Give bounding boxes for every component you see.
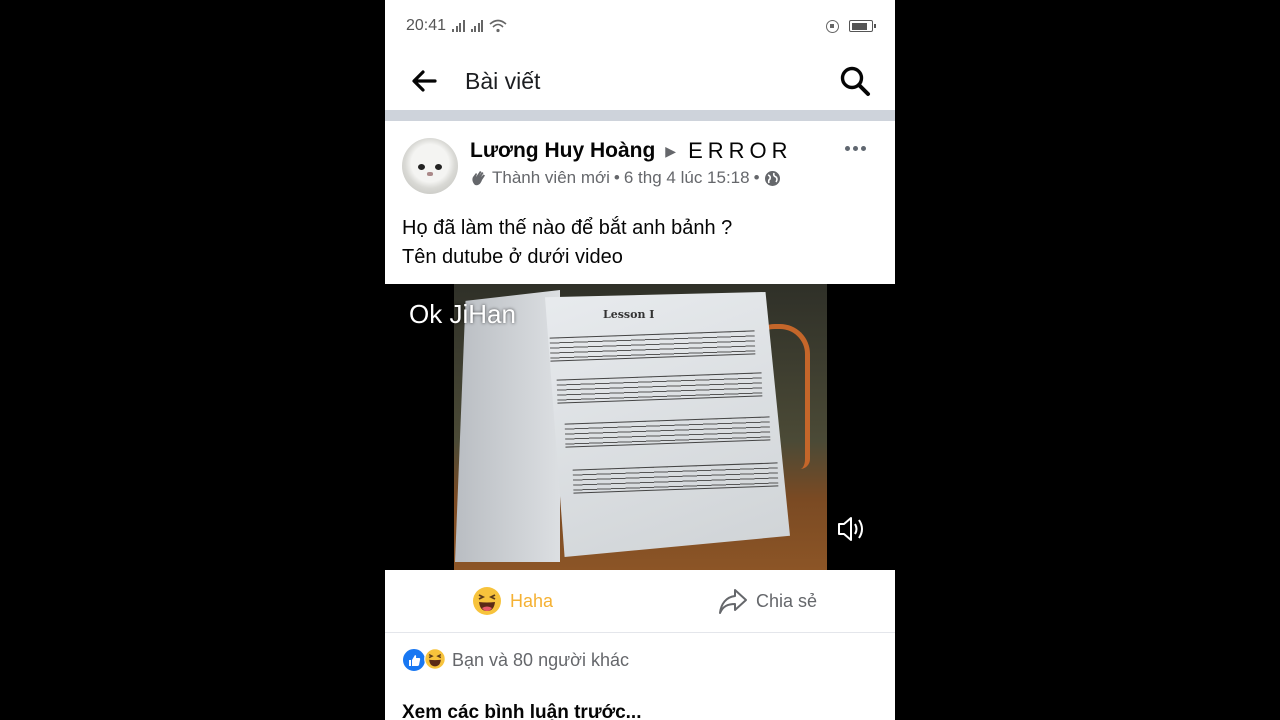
video-player[interactable]: Lesson I Ok JiHan xyxy=(385,284,895,570)
video-overlay-text: Ok JiHan xyxy=(409,299,516,329)
post-actions: Haha Chia sẻ xyxy=(385,570,895,633)
phone-screen: 20:41 Bài viết Lương Huy Hoàng ▶ ERROR T… xyxy=(385,0,895,720)
haha-reaction-button[interactable]: Haha xyxy=(385,570,640,632)
avatar[interactable] xyxy=(402,138,458,194)
haha-emoji-icon xyxy=(472,587,501,615)
back-button[interactable] xyxy=(411,67,439,95)
post-text: Họ đã làm thế nào để bắt anh bảnh ? Tên … xyxy=(402,217,733,268)
author-name[interactable]: Lương Huy Hoàng xyxy=(470,139,655,163)
battery-icon xyxy=(849,20,876,32)
page-title: Bài viết xyxy=(465,67,541,94)
post-author-line: Lương Huy Hoàng ▶ ERROR xyxy=(470,138,793,164)
status-bar: 20:41 xyxy=(385,0,895,52)
arrow-left-icon xyxy=(412,70,437,92)
view-previous-comments-link[interactable]: Xem các bình luận trước... xyxy=(402,702,642,720)
search-icon xyxy=(840,66,870,96)
haha-emoji-icon xyxy=(424,648,446,670)
post-timestamp[interactable]: 6 thg 4 lúc 15:18 xyxy=(624,168,750,188)
group-name[interactable]: ERROR xyxy=(688,138,792,164)
reactions-count-text: Bạn và 80 người khác xyxy=(452,649,629,670)
reactions-summary[interactable]: Bạn và 80 người khác xyxy=(402,648,629,672)
share-label: Chia sẻ xyxy=(755,590,818,611)
signal-icon xyxy=(452,20,465,32)
post-header: Lương Huy Hoàng ▶ ERROR Thành viên mới •… xyxy=(385,121,895,201)
more-options-button[interactable] xyxy=(845,146,866,151)
wifi-icon xyxy=(489,19,507,33)
post-meta: Thành viên mới • 6 thg 4 lúc 15:18 • xyxy=(470,168,781,188)
caret-right-icon: ▶ xyxy=(665,142,677,159)
wave-hand-icon xyxy=(472,171,485,186)
member-badge: Thành viên mới xyxy=(492,168,610,187)
like-icon xyxy=(402,648,426,672)
section-divider xyxy=(385,110,895,121)
signal-icon xyxy=(470,20,484,32)
search-button[interactable] xyxy=(839,65,871,97)
app-bar: Bài viết xyxy=(385,52,895,110)
globe-icon xyxy=(764,170,780,186)
sheet-title: Lesson I xyxy=(603,308,655,321)
share-button[interactable]: Chia sẻ xyxy=(640,570,895,632)
haha-label: Haha xyxy=(509,590,554,611)
volume-icon xyxy=(838,517,863,541)
rotation-lock-icon xyxy=(826,19,839,33)
volume-button[interactable] xyxy=(835,513,869,545)
status-time: 20:41 xyxy=(406,17,447,34)
share-arrow-icon xyxy=(718,589,747,614)
